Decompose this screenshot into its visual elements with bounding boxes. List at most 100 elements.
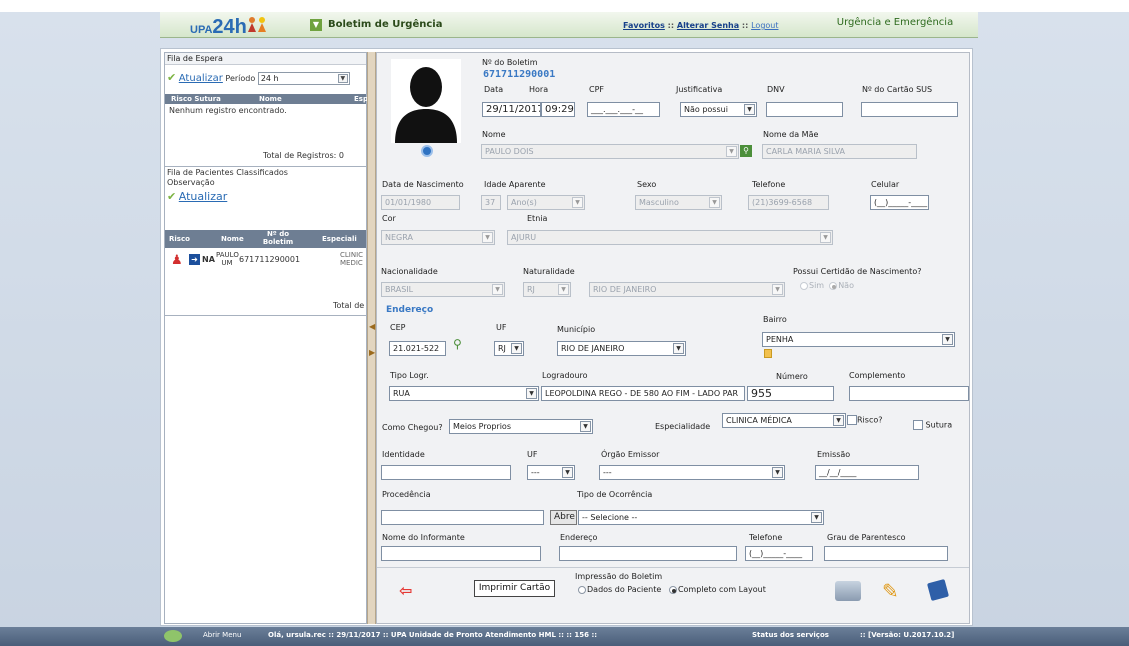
main-panel: Fila de Espera ✔ Atualizar Período 24 h ▼… [160, 48, 973, 626]
tipo-logr-select[interactable]: RUA ▼ [389, 386, 539, 401]
menu-toggle-icon[interactable] [164, 630, 182, 642]
table-row[interactable]: ♟ ➜ NA PAULO UM 671711290001 CLINIC MEDIC [165, 251, 366, 271]
data-field[interactable]: 29/11/2017 [482, 102, 541, 117]
numero-field[interactable]: 955 [747, 386, 834, 401]
sutura-checkbox[interactable] [913, 420, 923, 430]
urgencia-emergencia-label[interactable]: Urgência e Emergência [812, 12, 978, 38]
fila-espera-controls: ✔ Atualizar Período 24 h ▼ [167, 71, 350, 85]
tipo-ocorrencia-label: Tipo de Ocorrência [577, 490, 653, 499]
uf2-select[interactable]: --- ▼ [527, 465, 575, 480]
cor-select[interactable]: NEGRA ▼ [381, 230, 495, 245]
cpf-field[interactable]: ___.___.___-__ [587, 102, 660, 117]
logradouro-field[interactable]: LEOPOLDINA REGO - DE 580 AO FIM - LADO P… [541, 386, 745, 401]
orgao-emissor-select[interactable]: --- ▼ [599, 465, 785, 480]
nacionalidade-select[interactable]: BRASIL ▼ [381, 282, 505, 297]
completo-layout-radio[interactable] [668, 585, 677, 594]
sexo-label: Sexo [637, 180, 657, 189]
nome-mae-field[interactable]: CARLA MARIA SILVA [762, 144, 917, 159]
search-icon[interactable]: ⚲ [740, 145, 752, 157]
nome-select[interactable]: PAULO DOIS ▼ [481, 144, 739, 159]
municipio-label: Município [557, 325, 596, 334]
bairro-select[interactable]: PENHA ▼ [762, 332, 955, 347]
atualizar-link[interactable]: Atualizar [179, 73, 223, 84]
como-chegou-select[interactable]: Meios Proprios ▼ [449, 419, 593, 434]
divider [165, 166, 366, 167]
chevron-down-icon: ▼ [526, 388, 537, 399]
nome-mae-label: Nome da Mãe [763, 130, 819, 139]
idade-unit-select[interactable]: Ano(s) ▼ [507, 195, 585, 210]
hora-label: Hora [529, 85, 549, 94]
procedencia-field[interactable] [381, 510, 544, 525]
periodo-select[interactable]: 24 h ▼ [257, 72, 350, 85]
informante-field[interactable] [381, 546, 541, 561]
certidao-sim-radio[interactable] [800, 281, 808, 290]
especialidade-select[interactable]: CLINICA MÉDICA ▼ [722, 413, 846, 428]
status-servicos-link[interactable]: Status dos serviços [752, 631, 829, 639]
telefone2-field[interactable]: (__)_____-____ [745, 546, 813, 561]
nacionalidade-label: Nacionalidade [381, 267, 438, 276]
save-disk-icon[interactable] [926, 578, 950, 602]
upa-logo-figure-icon [248, 17, 266, 32]
municipio-select[interactable]: RIO DE JANEIRO ▼ [557, 341, 686, 356]
back-arrow-icon[interactable]: ⇦ [399, 581, 412, 600]
panel-splitter[interactable]: ◀ ▶ [367, 52, 376, 624]
naturalidade-uf-select[interactable]: RJ ▼ [523, 282, 571, 297]
cep-field[interactable]: 21.021-522 [389, 341, 446, 356]
identidade-field[interactable] [381, 465, 511, 480]
camera-user-icon[interactable] [421, 145, 433, 157]
certidao-label: Possui Certidão de Nascimento? [793, 267, 922, 276]
tipo-ocorrencia-select[interactable]: -- Selecione -- ▼ [578, 510, 824, 525]
chevron-down-icon: ▼ [572, 197, 583, 208]
expand-right-arrow-icon[interactable]: ▶ [369, 348, 375, 357]
app-header: UPA24h ▼ Boletim de Urgência Favoritos :… [160, 12, 978, 38]
uf-select[interactable]: RJ ▼ [494, 341, 524, 356]
como-chegou-label: Como Chegou? [382, 423, 443, 432]
pencil-edit-icon[interactable]: ✎ [882, 579, 899, 603]
nascimento-field[interactable]: 01/01/1980 [381, 195, 460, 210]
left-sidebar: Fila de Espera ✔ Atualizar Período 24 h ▼… [164, 52, 368, 624]
cartao-sus-field[interactable] [861, 102, 958, 117]
naturalidade-label: Naturalidade [523, 267, 575, 276]
telefone2-label: Telefone [749, 533, 783, 542]
hora-field[interactable]: 09:29 [541, 102, 575, 117]
certidao-nao-radio[interactable] [829, 281, 838, 290]
favoritos-link[interactable]: Favoritos [623, 21, 665, 30]
chevron-down-icon: ▼ [562, 467, 573, 478]
search-cep-icon[interactable]: ⚲ [453, 337, 462, 351]
parentesco-field[interactable] [824, 546, 948, 561]
abrir-menu-button[interactable]: Abrir Menu [203, 631, 241, 639]
etnia-select[interactable]: AJURU ▼ [507, 230, 833, 245]
boletim-cell: 671711290001 [239, 255, 301, 264]
abre-button[interactable]: Abre [550, 510, 577, 525]
complemento-field[interactable] [849, 386, 969, 401]
chevron-down-icon: ▼ [772, 284, 783, 295]
idade-field[interactable]: 37 [481, 195, 501, 210]
celular-field[interactable]: (__)_____-____ [870, 195, 929, 210]
celular-label: Celular [871, 180, 900, 189]
orgao-emissor-label: Órgão Emissor [601, 450, 660, 459]
alterar-senha-link[interactable]: Alterar Senha [677, 21, 739, 30]
header-links: Favoritos :: Alterar Senha :: Logout [623, 21, 779, 30]
computer-monitor-icon[interactable] [835, 581, 861, 601]
justificativa-select[interactable]: Não possui ▼ [680, 102, 757, 117]
imprimir-cartao-button[interactable]: Imprimir Cartão [474, 580, 555, 597]
naturalidade-cidade-select[interactable]: RIO DE JANEIRO ▼ [589, 282, 785, 297]
collapse-left-arrow-icon[interactable]: ◀ [369, 322, 375, 331]
dados-paciente-radio[interactable] [578, 585, 586, 594]
endereco2-field[interactable] [559, 546, 737, 561]
risco-checkbox[interactable] [847, 415, 857, 425]
emissao-field[interactable]: __/__/____ [815, 465, 919, 480]
nome-label: Nome [482, 130, 506, 139]
menu-arrow-icon[interactable]: ▼ [310, 19, 322, 31]
atualizar-classificados-link[interactable]: Atualizar [179, 190, 228, 203]
total-classificados: Total de [333, 301, 365, 310]
impressao-label: Impressão do Boletim [575, 572, 663, 581]
endereco-section-title: Endereço [386, 305, 434, 315]
logout-link[interactable]: Logout [751, 21, 778, 30]
bairro-info-icon[interactable] [764, 349, 772, 358]
nascimento-label: Data de Nascimento [382, 180, 464, 189]
sexo-select[interactable]: Masculino ▼ [635, 195, 722, 210]
chevron-down-icon: ▼ [709, 197, 720, 208]
dnv-field[interactable] [766, 102, 843, 117]
telefone-field[interactable]: (21)3699-6568 [748, 195, 829, 210]
